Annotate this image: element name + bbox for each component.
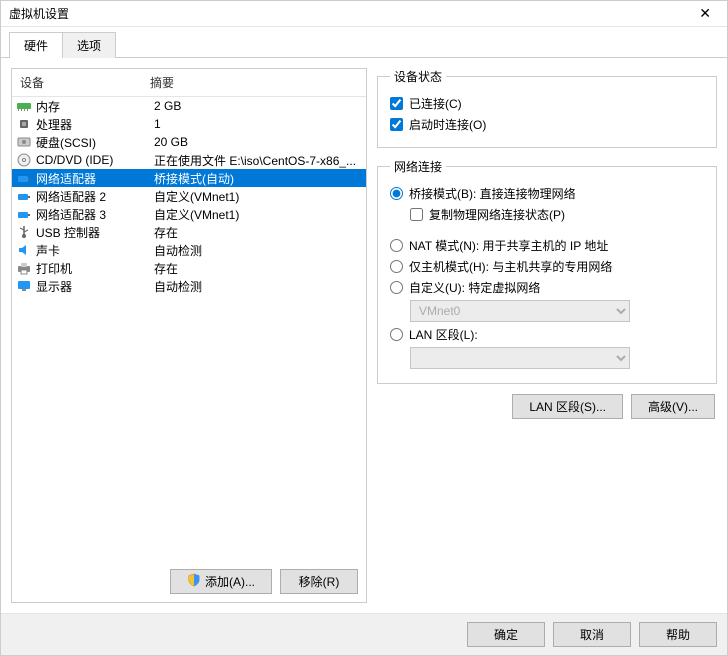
- network-connection-legend: 网络连接: [390, 158, 446, 175]
- tab-row: 硬件 选项: [1, 27, 727, 58]
- net-icon: [16, 188, 32, 204]
- lansegment-select: [410, 347, 630, 369]
- lansegment-label: LAN 区段(L):: [409, 326, 478, 343]
- cd-icon: [16, 152, 32, 168]
- cancel-button[interactable]: 取消: [553, 622, 631, 647]
- device-panel: 设备 摘要 内存2 GB处理器1硬盘(SCSI)20 GBCD/DVD (IDE…: [11, 68, 367, 603]
- hostonly-radio[interactable]: [390, 260, 403, 273]
- device-row[interactable]: USB 控制器存在: [12, 223, 366, 241]
- device-name: CD/DVD (IDE): [36, 153, 154, 167]
- display-icon: [16, 278, 32, 294]
- device-row[interactable]: 网络适配器桥接模式(自动): [12, 169, 366, 187]
- device-summary: 存在: [154, 224, 360, 241]
- device-status-group: 设备状态 已连接(C) 启动时连接(O): [377, 68, 717, 148]
- device-summary: 自动检测: [154, 278, 360, 295]
- device-name: 内存: [36, 98, 154, 115]
- device-summary: 正在使用文件 E:\iso\CentOS-7-x86_...: [154, 152, 360, 169]
- device-row[interactable]: 声卡自动检测: [12, 241, 366, 259]
- replicate-checkbox[interactable]: [410, 208, 423, 221]
- device-summary: 2 GB: [154, 99, 360, 113]
- shield-icon: [187, 573, 201, 590]
- device-list[interactable]: 内存2 GB处理器1硬盘(SCSI)20 GBCD/DVD (IDE)正在使用文…: [12, 97, 366, 561]
- device-row[interactable]: 处理器1: [12, 115, 366, 133]
- device-list-header: 设备 摘要: [12, 69, 366, 97]
- net-icon: [16, 170, 32, 186]
- device-row[interactable]: 打印机存在: [12, 259, 366, 277]
- device-row[interactable]: 内存2 GB: [12, 97, 366, 115]
- ok-button[interactable]: 确定: [467, 622, 545, 647]
- nat-label: NAT 模式(N): 用于共享主机的 IP 地址: [409, 237, 608, 254]
- device-summary: 1: [154, 117, 360, 131]
- device-name: 显示器: [36, 278, 154, 295]
- usb-icon: [16, 224, 32, 240]
- device-name: 处理器: [36, 116, 154, 133]
- device-row[interactable]: 网络适配器 2自定义(VMnet1): [12, 187, 366, 205]
- device-name: 打印机: [36, 260, 154, 277]
- device-summary: 自定义(VMnet1): [154, 206, 360, 223]
- printer-icon: [16, 260, 32, 276]
- connect-poweron-checkbox[interactable]: [390, 118, 403, 131]
- tab-hardware[interactable]: 硬件: [9, 32, 63, 58]
- device-name: USB 控制器: [36, 224, 154, 241]
- custom-label: 自定义(U): 特定虚拟网络: [409, 279, 540, 296]
- tab-options[interactable]: 选项: [62, 32, 116, 58]
- sound-icon: [16, 242, 32, 258]
- add-button[interactable]: 添加(A)...: [170, 569, 272, 594]
- add-button-label: 添加(A)...: [205, 573, 255, 590]
- device-name: 声卡: [36, 242, 154, 259]
- lansegment-radio[interactable]: [390, 328, 403, 341]
- device-name: 网络适配器 3: [36, 206, 154, 223]
- device-summary: 自动检测: [154, 242, 360, 259]
- custom-radio[interactable]: [390, 281, 403, 294]
- remove-button[interactable]: 移除(R): [280, 569, 358, 594]
- dialog-footer: 确定 取消 帮助: [1, 613, 727, 655]
- connect-poweron-label: 启动时连接(O): [409, 116, 486, 133]
- device-summary: 存在: [154, 260, 360, 277]
- connected-label: 已连接(C): [409, 95, 462, 112]
- device-status-legend: 设备状态: [390, 68, 446, 85]
- window-title: 虚拟机设置: [9, 5, 69, 22]
- memory-icon: [16, 98, 32, 114]
- header-summary[interactable]: 摘要: [150, 74, 358, 91]
- nat-radio[interactable]: [390, 239, 403, 252]
- header-device[interactable]: 设备: [20, 74, 150, 91]
- hostonly-label: 仅主机模式(H): 与主机共享的专用网络: [409, 258, 612, 275]
- device-summary: 自定义(VMnet1): [154, 188, 360, 205]
- device-name: 硬盘(SCSI): [36, 134, 154, 151]
- device-name: 网络适配器 2: [36, 188, 154, 205]
- bridged-label: 桥接模式(B): 直接连接物理网络: [409, 185, 576, 202]
- device-summary: 桥接模式(自动): [154, 170, 360, 187]
- advanced-button[interactable]: 高级(V)...: [631, 394, 715, 419]
- cpu-icon: [16, 116, 32, 132]
- custom-network-select: VMnet0: [410, 300, 630, 322]
- replicate-label: 复制物理网络连接状态(P): [429, 206, 565, 223]
- device-name: 网络适配器: [36, 170, 154, 187]
- device-row[interactable]: 硬盘(SCSI)20 GB: [12, 133, 366, 151]
- lan-segments-button[interactable]: LAN 区段(S)...: [512, 394, 623, 419]
- device-row[interactable]: CD/DVD (IDE)正在使用文件 E:\iso\CentOS-7-x86_.…: [12, 151, 366, 169]
- connected-checkbox[interactable]: [390, 97, 403, 110]
- close-icon[interactable]: ✕: [691, 3, 719, 24]
- net-icon: [16, 206, 32, 222]
- help-button[interactable]: 帮助: [639, 622, 717, 647]
- bridged-radio[interactable]: [390, 187, 403, 200]
- device-row[interactable]: 网络适配器 3自定义(VMnet1): [12, 205, 366, 223]
- device-summary: 20 GB: [154, 135, 360, 149]
- hdd-icon: [16, 134, 32, 150]
- network-connection-group: 网络连接 桥接模式(B): 直接连接物理网络 复制物理网络连接状态(P) NAT…: [377, 158, 717, 384]
- device-row[interactable]: 显示器自动检测: [12, 277, 366, 295]
